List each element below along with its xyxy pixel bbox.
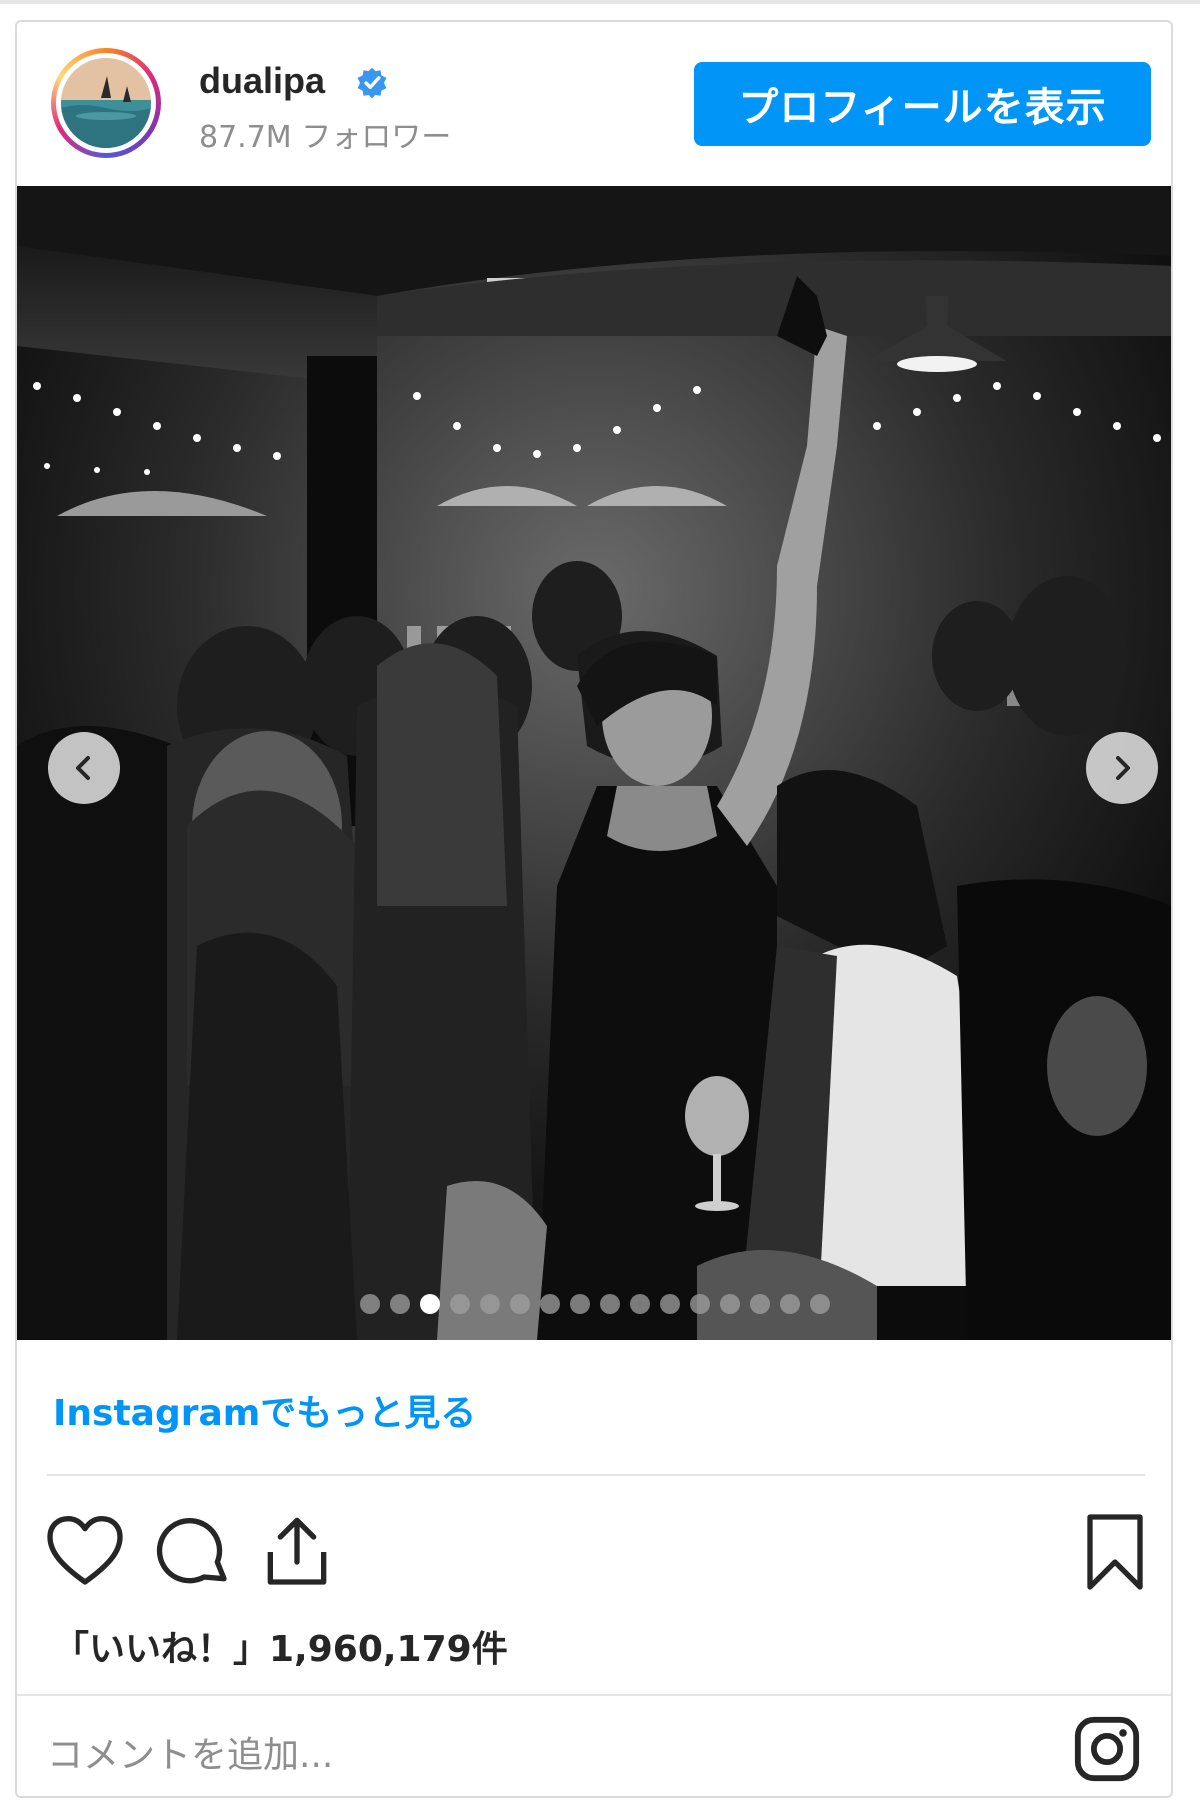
carousel-dot: [810, 1294, 830, 1314]
carousel-indicator: [17, 1294, 1171, 1314]
carousel-dot: [390, 1294, 410, 1314]
carousel-dot: [480, 1294, 500, 1314]
view-profile-button[interactable]: プロフィールを表示: [694, 62, 1151, 146]
carousel-dot: [660, 1294, 680, 1314]
carousel-dot: [420, 1294, 440, 1314]
post-header: dualipa 87.7M フォロワー プロフィールを表示: [17, 22, 1171, 188]
carousel-dot: [630, 1294, 650, 1314]
carousel-dot: [690, 1294, 710, 1314]
like-count: 「いいね！」1,960,179件: [53, 1629, 508, 1670]
avatar[interactable]: [51, 48, 161, 158]
chevron-left-icon: [76, 756, 90, 780]
top-divider: [0, 0, 1200, 4]
instagram-embed-card: dualipa 87.7M フォロワー プロフィールを表示 Instagramで…: [15, 20, 1173, 1798]
carousel-dot: [570, 1294, 590, 1314]
share-upload-icon[interactable]: [257, 1512, 337, 1592]
bookmark-icon[interactable]: [1075, 1512, 1155, 1592]
divider: [47, 1474, 1145, 1476]
carousel-dot: [540, 1294, 560, 1314]
carousel-dot: [510, 1294, 530, 1314]
carousel-dot: [780, 1294, 800, 1314]
instagram-icon[interactable]: [1072, 1714, 1142, 1784]
carousel-dot: [360, 1294, 380, 1314]
verified-badge-icon: [357, 67, 387, 99]
comment-bubble-icon[interactable]: [154, 1512, 234, 1592]
carousel-prev-button[interactable]: [48, 732, 120, 804]
party-photo-image: [17, 186, 1171, 1340]
username[interactable]: dualipa: [199, 60, 325, 102]
carousel-dot: [600, 1294, 620, 1314]
chevron-right-icon: [1116, 756, 1130, 780]
carousel-dot: [720, 1294, 740, 1314]
heart-icon[interactable]: [45, 1512, 125, 1592]
carousel-next-button[interactable]: [1086, 732, 1158, 804]
post-photo[interactable]: [17, 186, 1171, 1340]
divider: [17, 1694, 1171, 1696]
carousel-dot: [750, 1294, 770, 1314]
view-more-on-instagram-link[interactable]: Instagramでもっと見る: [53, 1384, 476, 1436]
carousel-dot: [450, 1294, 470, 1314]
follower-count: 87.7M フォロワー: [199, 120, 452, 155]
add-comment-input[interactable]: コメントを追加...: [47, 1726, 333, 1778]
